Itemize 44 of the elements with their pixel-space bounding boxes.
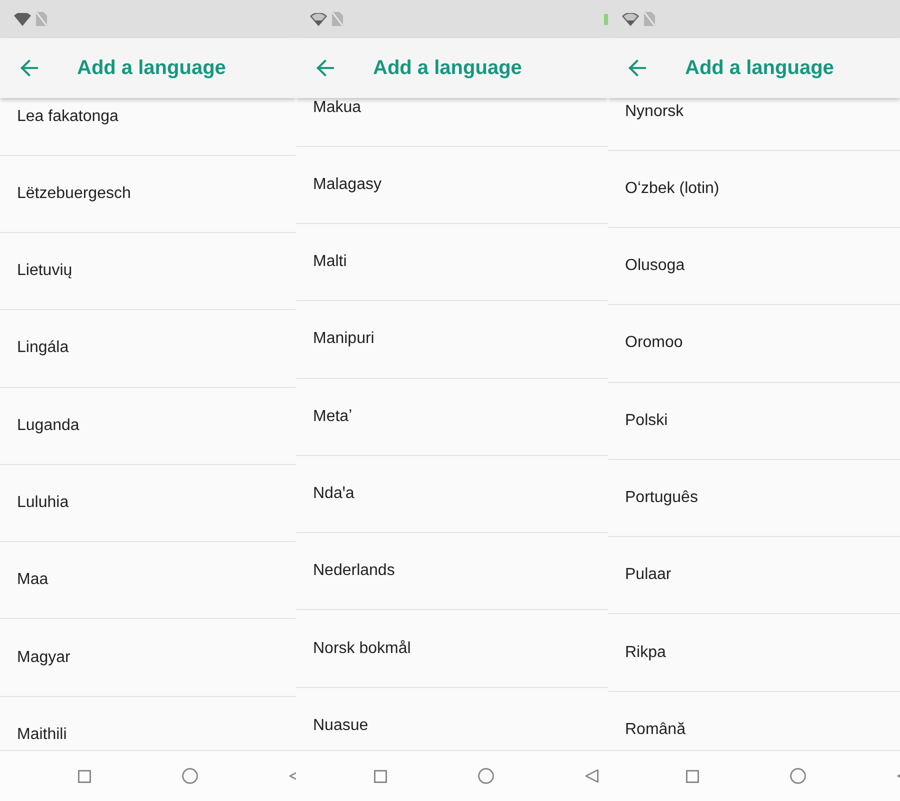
- language-option[interactable]: Manipuri: [313, 329, 374, 350]
- language-option[interactable]: Lëtzebuergesch: [17, 184, 131, 204]
- recent-apps-icon[interactable]: [686, 770, 699, 782]
- language-option[interactable]: Lietuvių: [17, 261, 72, 282]
- language-option[interactable]: Lea fakatonga: [17, 106, 118, 127]
- language-option[interactable]: Maithili: [17, 724, 67, 745]
- language-option[interactable]: Luganda: [17, 416, 80, 436]
- recent-apps-icon[interactable]: [374, 770, 387, 782]
- home-icon[interactable]: [478, 768, 494, 784]
- recent-apps-icon[interactable]: [78, 770, 91, 782]
- screen-title: Add a language: [373, 58, 522, 78]
- home-icon[interactable]: [790, 768, 806, 784]
- language-option[interactable]: Pulaar: [625, 565, 672, 586]
- language-option[interactable]: Nuasue: [313, 716, 368, 736]
- no-sim-icon: [36, 12, 47, 26]
- language-option[interactable]: Polski: [625, 410, 668, 431]
- language-option[interactable]: Maa: [17, 570, 48, 590]
- no-sim-icon: [644, 12, 655, 26]
- screen-title: Add a language: [685, 58, 834, 78]
- language-option[interactable]: Română: [625, 720, 686, 740]
- language-option[interactable]: Magyar: [17, 648, 70, 668]
- back-arrow-icon: [20, 59, 38, 77]
- back-arrow-icon: [628, 59, 646, 77]
- language-option[interactable]: Makua: [313, 98, 362, 118]
- language-option[interactable]: Português: [625, 488, 698, 508]
- back-icon[interactable]: [289, 769, 296, 783]
- language-option[interactable]: Olusoga: [625, 256, 685, 276]
- language-option[interactable]: Rikpa: [625, 642, 666, 663]
- language-option[interactable]: Nederlands: [313, 561, 395, 582]
- back-arrow-icon: [316, 59, 334, 77]
- language-option[interactable]: Oʻzbek (lotin): [625, 178, 720, 199]
- language-option[interactable]: Malti: [313, 252, 347, 272]
- language-option[interactable]: Malagasy: [313, 174, 382, 195]
- language-option[interactable]: Oromoo: [625, 333, 683, 354]
- screen-title: Add a language: [77, 58, 226, 78]
- back-icon[interactable]: [585, 769, 599, 783]
- language-option[interactable]: Norsk bokmål: [313, 638, 411, 659]
- no-sim-icon: [332, 12, 343, 26]
- language-option[interactable]: Nynorsk: [625, 102, 684, 122]
- language-option[interactable]: Metaʼ: [313, 406, 352, 427]
- language-option[interactable]: Luluhia: [17, 493, 69, 514]
- language-option[interactable]: Lingála: [17, 338, 69, 358]
- language-option[interactable]: Ndaꞌa: [313, 484, 354, 504]
- home-icon[interactable]: [182, 768, 198, 784]
